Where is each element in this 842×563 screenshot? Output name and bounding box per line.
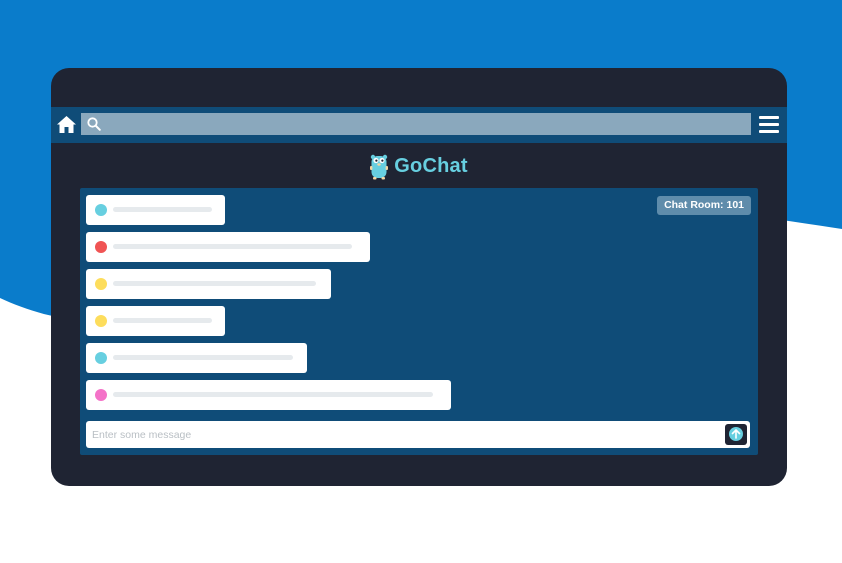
user-avatar-dot xyxy=(95,278,107,290)
menu-button[interactable] xyxy=(759,116,779,133)
chat-room-badge: Chat Room: 101 xyxy=(657,196,751,215)
brand-title: GoChat xyxy=(394,154,468,177)
home-icon xyxy=(57,116,76,133)
message-text-placeholder xyxy=(113,244,352,249)
user-avatar-dot xyxy=(95,315,107,327)
message-text-placeholder xyxy=(113,281,316,286)
message-bubble xyxy=(86,195,225,225)
hamburger-menu-icon xyxy=(759,116,779,119)
message-bubble xyxy=(86,232,370,262)
search-icon xyxy=(87,117,101,131)
message-bubble xyxy=(86,306,225,336)
search-bar[interactable] xyxy=(81,113,751,135)
user-avatar-dot xyxy=(95,352,107,364)
home-button[interactable] xyxy=(57,116,76,133)
message-text-placeholder xyxy=(113,207,212,212)
message-text-placeholder xyxy=(113,318,212,323)
message-text-placeholder xyxy=(113,355,293,360)
message-text-placeholder xyxy=(113,392,433,397)
message-bubble xyxy=(86,380,451,410)
send-button[interactable] xyxy=(725,424,747,445)
user-avatar-dot xyxy=(95,204,107,216)
message-input[interactable] xyxy=(92,421,716,448)
gopher-logo-icon xyxy=(370,154,389,179)
top-nav-bar xyxy=(51,107,787,143)
brand-header: GoChat xyxy=(51,152,787,180)
device-frame: GoChat Chat Room: 101 xyxy=(51,68,787,486)
message-bubble xyxy=(86,269,331,299)
user-avatar-dot xyxy=(95,389,107,401)
search-input[interactable] xyxy=(107,113,747,135)
arrow-up-icon xyxy=(731,429,741,439)
message-bubble xyxy=(86,343,307,373)
user-avatar-dot xyxy=(95,241,107,253)
message-composer xyxy=(86,421,750,448)
chat-panel: Chat Room: 101 xyxy=(80,188,758,455)
